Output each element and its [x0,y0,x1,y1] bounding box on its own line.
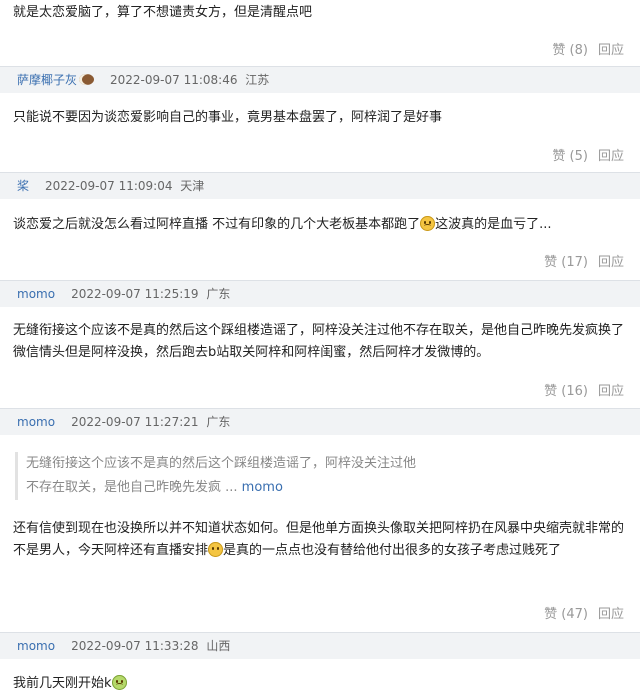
comment-actions: 赞 (5) 回应 [542,147,624,167]
comment-actions: 赞 (16) 回应 [534,382,624,402]
comment-location: 广东 [206,287,231,301]
sick-face-emoji [111,675,127,690]
comment-text-part: 我前几天刚开始k [13,676,112,691]
like-button[interactable]: 赞 (47) [544,607,588,622]
comment-meta: momo 2022-09-07 11:25:19 广东 [0,280,640,307]
like-button[interactable]: 赞 (17) [544,255,588,270]
comment-time: 2022-09-07 11:09:04 [45,179,173,193]
quote-author[interactable]: momo [242,480,283,495]
like-button[interactable]: 赞 (8) [552,43,588,58]
comment-username[interactable]: 桨 [17,179,29,193]
reply-button[interactable]: 回应 [598,149,624,164]
comment-meta: 桨 2022-09-07 11:09:04 天津 [0,172,640,199]
comment-time: 2022-09-07 11:27:21 [71,415,199,429]
quote-text: 不存在取关，是他自己昨晚先发疯 ... momo [26,480,283,495]
comment-time: 2022-09-07 11:08:46 [110,73,238,87]
comment-text: 谈恋爱之后就没怎么看过阿梓直播 不过有印象的几个大老板基本都跑了 这波真的是血亏了… [13,214,625,236]
reply-button[interactable]: 回应 [598,384,624,399]
comment-text: 就是太恋爱脑了，算了不想谴责女方，但是清醒点吧 [13,5,313,20]
reply-button[interactable]: 回应 [598,255,624,270]
comment-text-part: 这波真的是血亏了... [435,217,552,232]
comment-username[interactable]: momo [17,639,55,653]
comment-location: 广东 [206,415,231,429]
reply-button[interactable]: 回应 [598,607,624,622]
comment-location: 江苏 [245,73,270,87]
comment-actions: 赞 (8) 回应 [542,41,624,61]
comment-text-part: 谈恋爱之后就没怎么看过阿梓直播 不过有印象的几个大老板基本都跑了 [13,217,421,232]
comment-actions: 赞 (17) 回应 [534,253,624,273]
comment-text: 无缝衔接这个应该不是真的然后这个踩组楼造谣了，阿梓没关注过他不存在取关，是他自己… [13,323,625,360]
comment-time: 2022-09-07 11:25:19 [71,287,199,301]
reply-button[interactable]: 回应 [598,43,624,58]
quote-text: 无缝衔接这个应该不是真的然后这个踩组楼造谣了，阿梓没关注过他 [26,456,417,471]
comment-text-part: 是真的一点点也没有替给他付出很多的女孩子考虑过贱死了 [223,543,562,558]
comment-username[interactable]: momo [17,287,55,301]
comment-time: 2022-09-07 11:33:28 [71,639,199,653]
comment-meta: momo 2022-09-07 11:33:28 山西 [0,632,640,659]
comment-username[interactable]: momo [17,415,55,429]
comment-actions: 赞 (47) 回应 [534,605,624,625]
comment-location: 天津 [180,179,205,193]
comment-text: 我前几天刚开始k [13,673,625,695]
like-button[interactable]: 赞 (5) [552,149,588,164]
comment-meta: 萨摩椰子灰 2022-09-07 11:08:46 江苏 [0,66,640,93]
comment-meta: momo 2022-09-07 11:27:21 广东 [0,408,640,435]
comment-username[interactable]: 萨摩椰子灰 [17,73,95,87]
grin-face-emoji [208,542,224,557]
coconut-icon [79,74,95,85]
sad-face-emoji [420,216,436,231]
quoted-comment: 无缝衔接这个应该不是真的然后这个踩组楼造谣了，阿梓没关注过他 不存在取关，是他自… [15,452,626,500]
comment-text: 只能说不要因为谈恋爱影响自己的事业，竟男基本盘罢了，阿梓润了是好事 [13,110,443,125]
comment-location: 山西 [206,639,231,653]
comment-text: 还有信使到现在也没换所以并不知道状态如何。但是他单方面换头像取关把阿梓扔在风暴中… [13,518,625,562]
like-button[interactable]: 赞 (16) [544,384,588,399]
